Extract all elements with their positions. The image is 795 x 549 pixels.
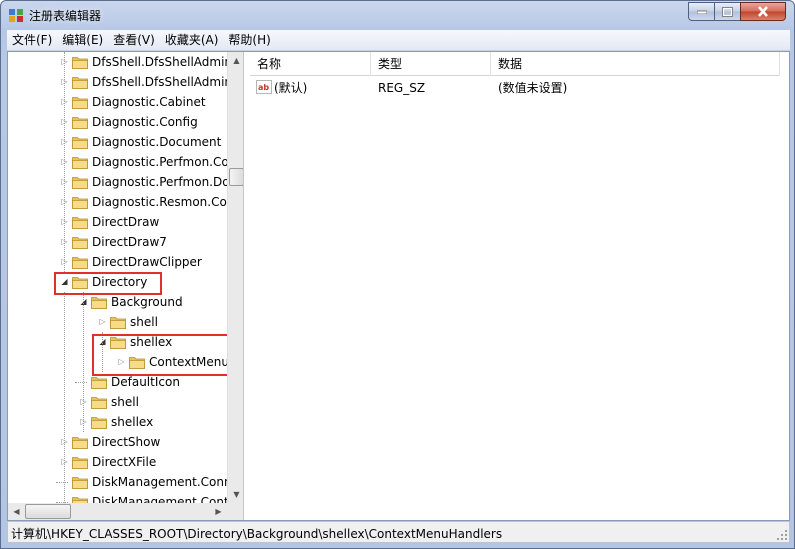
tree-node[interactable]: ▷ DfsShell.DfsShellAdmin: [8, 52, 232, 72]
highlight-box-shellex: [92, 334, 234, 376]
string-value-icon: ab: [256, 80, 272, 94]
value-list[interactable]: 名称 类型 数据 ab (默认) REG_SZ (数值未设置): [250, 52, 791, 520]
menu-help[interactable]: 帮助(H): [223, 30, 275, 50]
tree-node-label: Background: [111, 295, 183, 309]
tree-node[interactable]: ▷ shell: [8, 312, 227, 332]
scroll-left-icon[interactable]: ◀: [8, 503, 25, 520]
folder-icon: [72, 435, 88, 449]
tree-node[interactable]: ▷ DirectXFile: [8, 452, 227, 472]
close-button[interactable]: [740, 2, 786, 21]
folder-icon: [72, 475, 88, 489]
tree-node-label: shell: [111, 395, 139, 409]
tree-node[interactable]: ▷ Diagnostic.Document: [8, 132, 227, 152]
highlight-box-directory: [54, 272, 162, 295]
folder-icon: [72, 75, 88, 89]
regedit-icon: [8, 7, 24, 23]
tree-vertical-scrollbar[interactable]: ▲ ▼: [227, 52, 243, 503]
tree-node[interactable]: ▷ DirectDrawClipper: [8, 252, 227, 272]
tree-node-label: Diagnostic.Document: [92, 135, 222, 149]
horizontal-scroll-thumb[interactable]: [25, 504, 71, 519]
value-name: (默认): [274, 81, 308, 95]
menu-edit[interactable]: 编辑(E): [57, 30, 108, 50]
tree-guide-line: [83, 292, 84, 432]
tree-node-label: DirectDraw7: [92, 235, 167, 249]
tree-node[interactable]: ▷ Diagnostic.Resmon.Config: [8, 192, 243, 212]
maximize-button[interactable]: [714, 2, 741, 21]
window-title: 注册表编辑器: [29, 9, 102, 23]
list-header: 名称 类型 数据: [250, 52, 780, 76]
value-type: REG_SZ: [378, 81, 426, 95]
folder-icon: [91, 395, 107, 409]
tree-node-label: DirectXFile: [92, 455, 157, 469]
folder-icon: [110, 315, 126, 329]
tree-node-label: shellex: [111, 415, 154, 429]
folder-icon: [91, 375, 107, 389]
menu-bar: 文件(F) 编辑(E) 查看(V) 收藏夹(A) 帮助(H): [7, 30, 790, 51]
folder-icon: [72, 255, 88, 269]
menu-file[interactable]: 文件(F): [7, 30, 57, 50]
tree-node-label: Diagnostic.Perfmon.Config: [92, 155, 244, 169]
folder-icon: [91, 295, 107, 309]
tree-node-label: Diagnostic.Cabinet: [92, 95, 206, 109]
status-path: 计算机\HKEY_CLASSES_ROOT\Directory\Backgrou…: [11, 527, 503, 541]
tree-guide-line: [64, 292, 65, 503]
tree-node[interactable]: ▷ DirectShow: [8, 432, 227, 452]
folder-icon: [72, 215, 88, 229]
tree-node-label: DirectShow: [92, 435, 161, 449]
tree-node[interactable]: ◢ Background: [8, 292, 227, 312]
resize-grip-icon[interactable]: [776, 529, 788, 541]
column-data[interactable]: 数据: [491, 52, 780, 76]
menu-favorites[interactable]: 收藏夹(A): [160, 30, 224, 50]
tree-node[interactable]: ▷ Diagnostic.Config: [8, 112, 227, 132]
scroll-up-icon[interactable]: ▲: [228, 52, 243, 69]
folder-icon: [72, 235, 88, 249]
scroll-down-icon[interactable]: ▼: [228, 486, 243, 503]
tree-node[interactable]: ▷ DirectDraw7: [8, 232, 227, 252]
folder-icon: [72, 135, 88, 149]
tree-node-label: DfsShell.DfsShellAdmin.1: [92, 75, 244, 89]
status-bar: 计算机\HKEY_CLASSES_ROOT\Directory\Backgrou…: [7, 521, 790, 543]
column-name[interactable]: 名称: [250, 52, 371, 76]
tree-node-label: DirectDraw: [92, 215, 160, 229]
menu-view[interactable]: 查看(V): [108, 30, 160, 50]
folder-icon: [72, 115, 88, 129]
tree-connector: [56, 482, 68, 483]
tree-guide-line: [64, 52, 65, 272]
tree-node-label: Diagnostic.Perfmon.Document: [92, 175, 243, 189]
collapsed-arrow-icon[interactable]: ▷: [98, 317, 107, 326]
key-tree[interactable]: ▷ DfsShell.DfsShellAdmin ▷ DfsShell.DfsShel…: [8, 52, 244, 520]
tree-node-label: shell: [130, 315, 158, 329]
tree-node[interactable]: ▷Diagnostic.Perfmon.Document: [8, 172, 243, 192]
tree-horizontal-scrollbar[interactable]: ◀ ▶: [8, 503, 243, 520]
tree-node[interactable]: ▷ DfsShell.DfsShellAdmin.1: [8, 72, 243, 92]
tree-node[interactable]: ▷ shell: [8, 392, 227, 412]
title-bar[interactable]: 注册表编辑器: [1, 1, 794, 29]
tree-node-label: DfsShell.DfsShellAdmin: [92, 55, 233, 69]
minimize-button[interactable]: [688, 2, 715, 21]
folder-icon: [72, 155, 88, 169]
column-type[interactable]: 类型: [371, 52, 491, 76]
folder-icon: [72, 175, 88, 189]
tree-node-label: Diagnostic.Config: [92, 115, 198, 129]
svg-text:ab: ab: [258, 83, 269, 92]
tree-node-label: Diagnostic.Resmon.Config: [92, 195, 244, 209]
folder-icon: [91, 415, 107, 429]
folder-icon: [72, 95, 88, 109]
client-area: ▷ DfsShell.DfsShellAdmin ▷ DfsShell.DfsShel…: [7, 51, 790, 521]
vertical-scroll-thumb[interactable]: [229, 168, 243, 186]
tree-node[interactable]: ▷ shellex: [8, 412, 227, 432]
folder-icon: [72, 55, 88, 69]
tree-node[interactable]: DiskManagement.Connection: [8, 472, 243, 492]
tree-node[interactable]: ▷ Diagnostic.Perfmon.Config: [8, 152, 243, 172]
scroll-right-icon[interactable]: ▶: [210, 503, 227, 520]
tree-node-label: DirectDrawClipper: [92, 255, 202, 269]
tree-node-label: DiskManagement.Connection: [92, 475, 243, 489]
folder-icon: [72, 455, 88, 469]
value-data: (数值未设置): [498, 81, 568, 95]
folder-icon: [72, 195, 88, 209]
registry-editor-window: 注册表编辑器 文件(F) 编辑(E) 查看(V) 收藏夹(A) 帮助(H) ▷ D…: [0, 0, 795, 549]
tree-node[interactable]: ▷ Diagnostic.Cabinet: [8, 92, 227, 112]
tree-connector: [75, 382, 87, 383]
tree-node[interactable]: ▷ DirectDraw: [8, 212, 227, 232]
